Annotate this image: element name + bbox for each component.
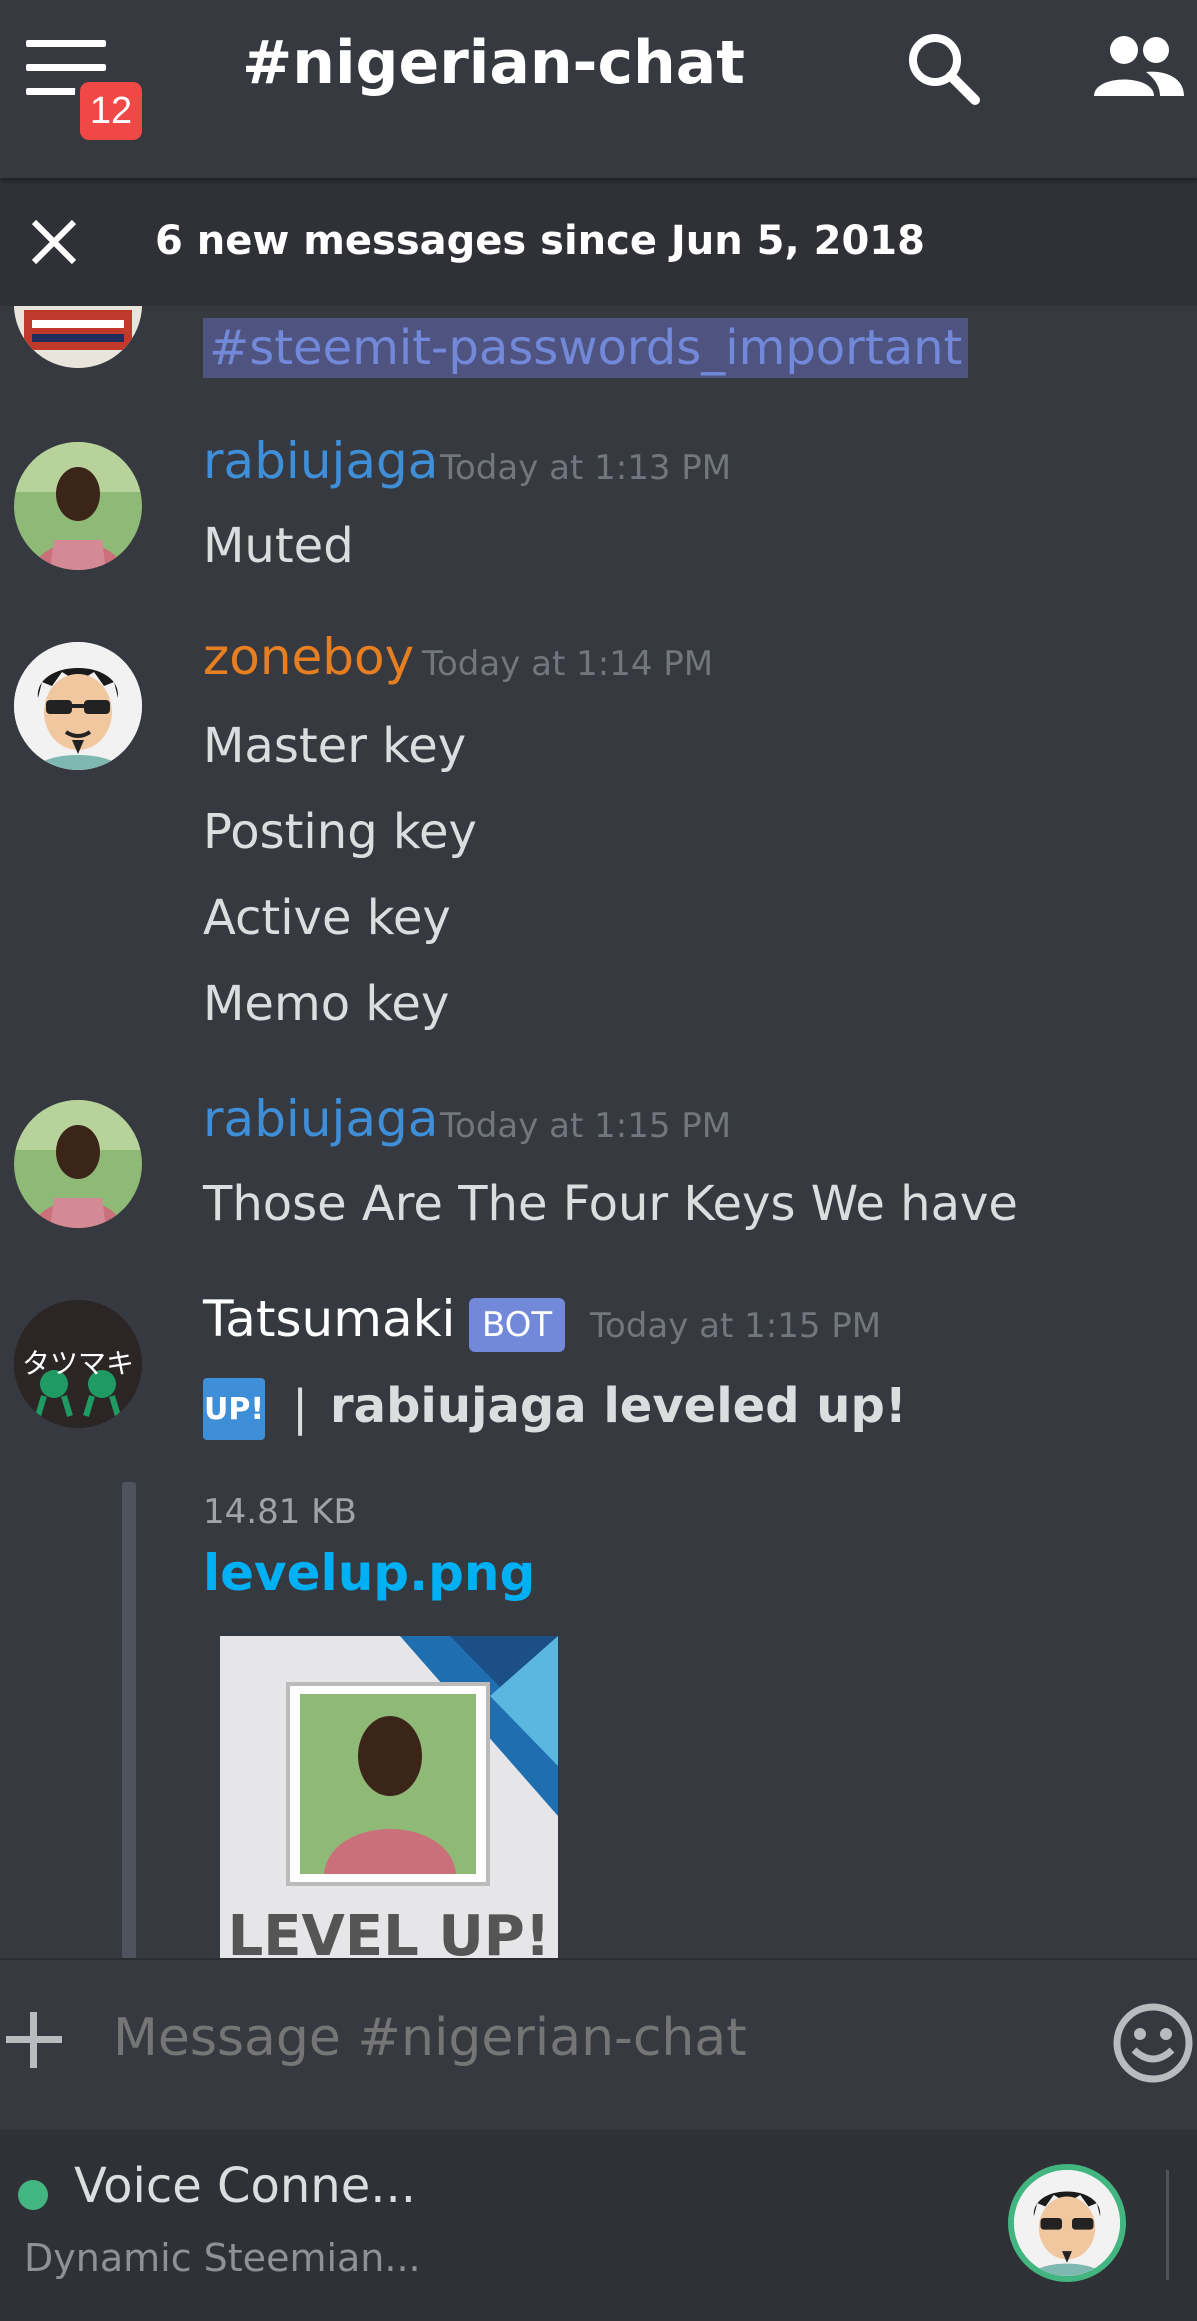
- message-text: Active key: [203, 890, 451, 946]
- attachment-size: 14.81 KB: [203, 1492, 357, 1532]
- message-timestamp: Today at 1:14 PM: [422, 644, 714, 684]
- message-author[interactable]: rabiujaga: [203, 432, 438, 490]
- divider: [1166, 2170, 1169, 2280]
- message-text: Memo key: [203, 976, 450, 1032]
- new-messages-banner[interactable]: 6 new messages since Jun 5, 2018: [0, 178, 1197, 306]
- attachment-link[interactable]: levelup.png: [203, 1544, 535, 1602]
- bot-tag: BOT: [469, 1298, 565, 1352]
- attachment-image[interactable]: LEVEL UP!: [220, 1636, 558, 1958]
- message-text: Those Are The Four Keys We have: [203, 1176, 1018, 1232]
- avatar[interactable]: [14, 306, 142, 368]
- avatar[interactable]: タツマキ: [14, 1300, 142, 1428]
- level-up-emoji: UP!: [203, 1378, 265, 1440]
- message-text: Master key: [203, 718, 467, 774]
- avatar[interactable]: [14, 642, 142, 770]
- image-caption: LEVEL UP!: [227, 1904, 551, 1958]
- avatar-text: タツマキ: [21, 1347, 134, 1380]
- channel-mention-link[interactable]: #steemit-passwords_important: [203, 318, 969, 378]
- voice-status: Voice Conne...: [74, 2158, 417, 2214]
- message-author[interactable]: rabiujaga: [203, 1090, 438, 1148]
- embed-border: [122, 1482, 136, 1958]
- avatar[interactable]: [14, 1100, 142, 1228]
- separator: |: [292, 1380, 309, 1436]
- message-timestamp: Today at 1:13 PM: [440, 448, 732, 488]
- members-icon[interactable]: [1090, 34, 1186, 102]
- message-author[interactable]: zoneboy: [203, 628, 414, 686]
- message-timestamp: Today at 1:15 PM: [590, 1306, 882, 1346]
- unread-badge: 12: [80, 82, 142, 140]
- voice-status-dot: [18, 2180, 48, 2210]
- user-avatar[interactable]: [1008, 2164, 1126, 2282]
- message-input[interactable]: [113, 2008, 1073, 2068]
- avatar[interactable]: [14, 442, 142, 570]
- voice-channel: Dynamic Steemian...: [24, 2236, 421, 2280]
- message-composer: [0, 1958, 1197, 2132]
- channel-header: 12 #nigerian-chat: [0, 0, 1197, 178]
- plus-icon[interactable]: [6, 2012, 62, 2072]
- message-author[interactable]: Tatsumaki: [203, 1290, 455, 1348]
- channel-title: #nigerian-chat: [242, 28, 745, 98]
- close-icon[interactable]: [30, 218, 78, 270]
- message-text: Posting key: [203, 804, 477, 860]
- level-up-text: rabiujaga leveled up!: [330, 1378, 907, 1434]
- new-messages-text: 6 new messages since Jun 5, 2018: [155, 218, 925, 264]
- emoji-icon[interactable]: [1112, 2002, 1194, 2088]
- message-list[interactable]: #steemit-passwords_important rabiujaga T…: [0, 306, 1197, 1958]
- message-timestamp: Today at 1:15 PM: [440, 1106, 732, 1146]
- message-text: Muted: [203, 518, 354, 574]
- voice-connection-bar[interactable]: Voice Conne... Dynamic Steemian...: [0, 2130, 1197, 2321]
- search-icon[interactable]: [905, 30, 981, 110]
